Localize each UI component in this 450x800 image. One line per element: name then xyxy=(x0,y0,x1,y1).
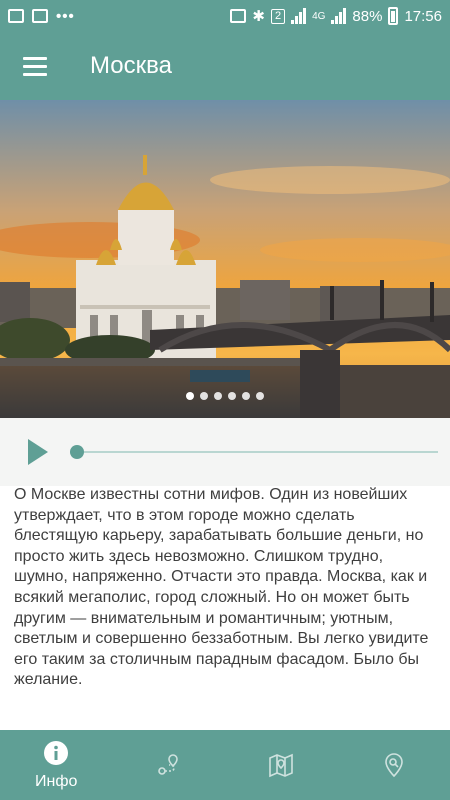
more-notifications-icon: ••• xyxy=(56,7,75,25)
hamburger-menu-icon[interactable] xyxy=(0,32,70,100)
status-bar: ••• ✱ 2 4G 88% 17:56 xyxy=(0,0,450,32)
clock: 17:56 xyxy=(404,7,442,25)
battery-percent: 88% xyxy=(352,7,383,25)
carousel-dot[interactable] xyxy=(228,392,236,400)
page-title: Москва xyxy=(90,52,172,79)
nav-item-info[interactable]: Инфо xyxy=(0,730,113,800)
route-icon xyxy=(155,751,183,779)
app-bar: Москва xyxy=(0,32,450,100)
map-icon xyxy=(267,751,295,779)
progress-track xyxy=(70,451,438,453)
city-description: О Москве известны сотни мифов. Один из н… xyxy=(14,486,429,689)
network-type: 4G xyxy=(312,10,326,22)
progress-thumb[interactable] xyxy=(70,445,84,459)
alarm-icon xyxy=(230,9,247,23)
audio-progress-slider[interactable] xyxy=(70,445,438,459)
signal-icon-2 xyxy=(331,8,347,24)
bluetooth-icon: ✱ xyxy=(252,8,265,25)
battery-icon xyxy=(388,7,399,25)
info-icon xyxy=(42,739,70,767)
hero-image-carousel[interactable] xyxy=(0,100,450,418)
carousel-dot[interactable] xyxy=(242,392,250,400)
carousel-dot[interactable] xyxy=(186,392,194,400)
signal-icon-1 xyxy=(291,8,307,24)
bottom-navigation: Инфо xyxy=(0,730,450,800)
carousel-dot[interactable] xyxy=(200,392,208,400)
nav-item-nearby[interactable] xyxy=(338,730,450,800)
carousel-dot[interactable] xyxy=(214,392,222,400)
nav-label-info: Инфо xyxy=(35,773,78,790)
carousel-dot[interactable] xyxy=(256,392,264,400)
carousel-indicator[interactable] xyxy=(0,392,450,400)
activity-icon xyxy=(32,9,48,23)
audio-player xyxy=(0,418,450,486)
location-search-icon xyxy=(380,751,408,779)
nav-item-map[interactable] xyxy=(225,730,338,800)
status-left: ••• xyxy=(8,8,75,25)
sim-badge: 2 xyxy=(270,8,286,24)
nav-item-route[interactable] xyxy=(113,730,226,800)
status-right: ✱ 2 4G 88% 17:56 xyxy=(230,7,442,25)
play-icon[interactable] xyxy=(18,432,58,472)
notification-icon xyxy=(8,9,24,23)
cathedral-photo xyxy=(0,100,450,418)
